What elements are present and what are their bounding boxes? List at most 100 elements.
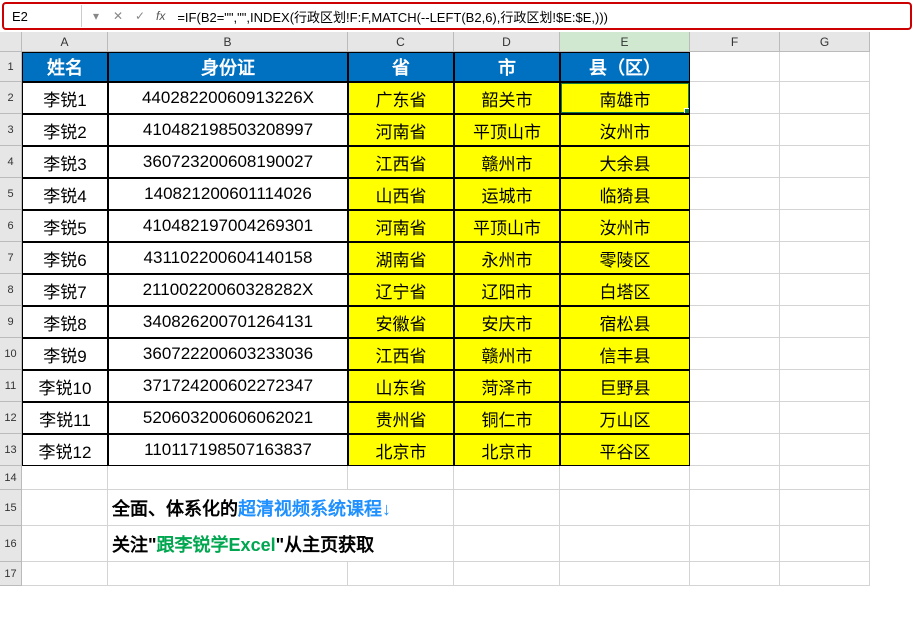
- cell[interactable]: [780, 434, 870, 466]
- cell-id[interactable]: 21100220060328282X: [108, 274, 348, 306]
- cell[interactable]: [560, 490, 690, 526]
- row-header[interactable]: 12: [0, 402, 22, 434]
- cell-county[interactable]: 白塔区: [560, 274, 690, 306]
- formula-input[interactable]: =IF(B2="","",INDEX(行政区划!F:F,MATCH(--LEFT…: [171, 5, 910, 27]
- cell-name[interactable]: 李锐1: [22, 82, 108, 114]
- cell[interactable]: [690, 338, 780, 370]
- cell[interactable]: [560, 562, 690, 586]
- cell[interactable]: [690, 434, 780, 466]
- col-header-f[interactable]: F: [690, 32, 780, 52]
- row-header[interactable]: 5: [0, 178, 22, 210]
- col-header-d[interactable]: D: [454, 32, 560, 52]
- row-header[interactable]: 17: [0, 562, 22, 586]
- header-name[interactable]: 姓名: [22, 52, 108, 82]
- col-header-a[interactable]: A: [22, 32, 108, 52]
- cell[interactable]: [348, 490, 454, 526]
- cell[interactable]: [690, 178, 780, 210]
- cell-id[interactable]: 340826200701264131: [108, 306, 348, 338]
- cell[interactable]: [690, 242, 780, 274]
- cell[interactable]: [690, 466, 780, 490]
- cell[interactable]: [690, 490, 780, 526]
- cell-id[interactable]: 44028220060913226X: [108, 82, 348, 114]
- row-header[interactable]: 2: [0, 82, 22, 114]
- row-header[interactable]: 14: [0, 466, 22, 490]
- col-header-b[interactable]: B: [108, 32, 348, 52]
- cell[interactable]: [780, 526, 870, 562]
- row-header[interactable]: 4: [0, 146, 22, 178]
- cell-name[interactable]: 李锐10: [22, 370, 108, 402]
- cell-county[interactable]: 零陵区: [560, 242, 690, 274]
- row-header[interactable]: 13: [0, 434, 22, 466]
- cell[interactable]: [690, 52, 780, 82]
- cell[interactable]: [22, 466, 108, 490]
- cell[interactable]: [780, 146, 870, 178]
- cell[interactable]: [780, 114, 870, 146]
- cell[interactable]: [690, 82, 780, 114]
- col-header-g[interactable]: G: [780, 32, 870, 52]
- cell-city[interactable]: 平顶山市: [454, 114, 560, 146]
- header-prov[interactable]: 省: [348, 52, 454, 82]
- fx-icon[interactable]: fx: [154, 9, 171, 23]
- cell-name[interactable]: 李锐12: [22, 434, 108, 466]
- cell[interactable]: [690, 562, 780, 586]
- cell[interactable]: [780, 402, 870, 434]
- cell[interactable]: [690, 402, 780, 434]
- cell-id[interactable]: 371724200602272347: [108, 370, 348, 402]
- cell[interactable]: [348, 562, 454, 586]
- cell-county[interactable]: 宿松县: [560, 306, 690, 338]
- cell[interactable]: [690, 114, 780, 146]
- row-header[interactable]: 6: [0, 210, 22, 242]
- cell-id[interactable]: 431102200604140158: [108, 242, 348, 274]
- header-city[interactable]: 市: [454, 52, 560, 82]
- cell-prov[interactable]: 江西省: [348, 146, 454, 178]
- cell[interactable]: [780, 242, 870, 274]
- cell-city[interactable]: 赣州市: [454, 146, 560, 178]
- cell-name[interactable]: 李锐8: [22, 306, 108, 338]
- cell-county[interactable]: 汝州市: [560, 114, 690, 146]
- name-box[interactable]: E2: [4, 5, 82, 27]
- cell-city[interactable]: 辽阳市: [454, 274, 560, 306]
- header-id[interactable]: 身份证: [108, 52, 348, 82]
- cell-county[interactable]: 南雄市: [560, 82, 690, 114]
- cell-prov[interactable]: 山西省: [348, 178, 454, 210]
- cell-county[interactable]: 平谷区: [560, 434, 690, 466]
- cell[interactable]: [108, 562, 348, 586]
- cell-prov[interactable]: 山东省: [348, 370, 454, 402]
- cell-city[interactable]: 赣州市: [454, 338, 560, 370]
- cell-city[interactable]: 铜仁市: [454, 402, 560, 434]
- cell-city[interactable]: 平顶山市: [454, 210, 560, 242]
- cell[interactable]: [22, 490, 108, 526]
- col-header-c[interactable]: C: [348, 32, 454, 52]
- cell-name[interactable]: 李锐9: [22, 338, 108, 370]
- cell-prov[interactable]: 辽宁省: [348, 274, 454, 306]
- cell[interactable]: [690, 146, 780, 178]
- cell[interactable]: [454, 526, 560, 562]
- row-header[interactable]: 15: [0, 490, 22, 526]
- cell-city[interactable]: 安庆市: [454, 306, 560, 338]
- cell-name[interactable]: 李锐7: [22, 274, 108, 306]
- confirm-icon[interactable]: ✓: [130, 5, 150, 27]
- cell[interactable]: [690, 274, 780, 306]
- cell[interactable]: [780, 562, 870, 586]
- cell[interactable]: [780, 306, 870, 338]
- cell[interactable]: [690, 370, 780, 402]
- cell-id[interactable]: 360722200603233036: [108, 338, 348, 370]
- cell-id[interactable]: 410482198503208997: [108, 114, 348, 146]
- cell[interactable]: [348, 526, 454, 562]
- cell-name[interactable]: 李锐2: [22, 114, 108, 146]
- cell[interactable]: [690, 526, 780, 562]
- cell-prov[interactable]: 广东省: [348, 82, 454, 114]
- cell-prov[interactable]: 北京市: [348, 434, 454, 466]
- cell[interactable]: [454, 490, 560, 526]
- cell-city[interactable]: 永州市: [454, 242, 560, 274]
- cell[interactable]: [780, 338, 870, 370]
- cell[interactable]: [108, 466, 348, 490]
- cell-county[interactable]: 信丰县: [560, 338, 690, 370]
- cell[interactable]: [780, 466, 870, 490]
- row-header[interactable]: 11: [0, 370, 22, 402]
- cell[interactable]: [780, 490, 870, 526]
- cell[interactable]: [22, 526, 108, 562]
- promo-text-2[interactable]: 关注"跟李锐学Excel"从主页获取: [108, 526, 348, 562]
- row-header[interactable]: 1: [0, 52, 22, 82]
- cell[interactable]: [780, 52, 870, 82]
